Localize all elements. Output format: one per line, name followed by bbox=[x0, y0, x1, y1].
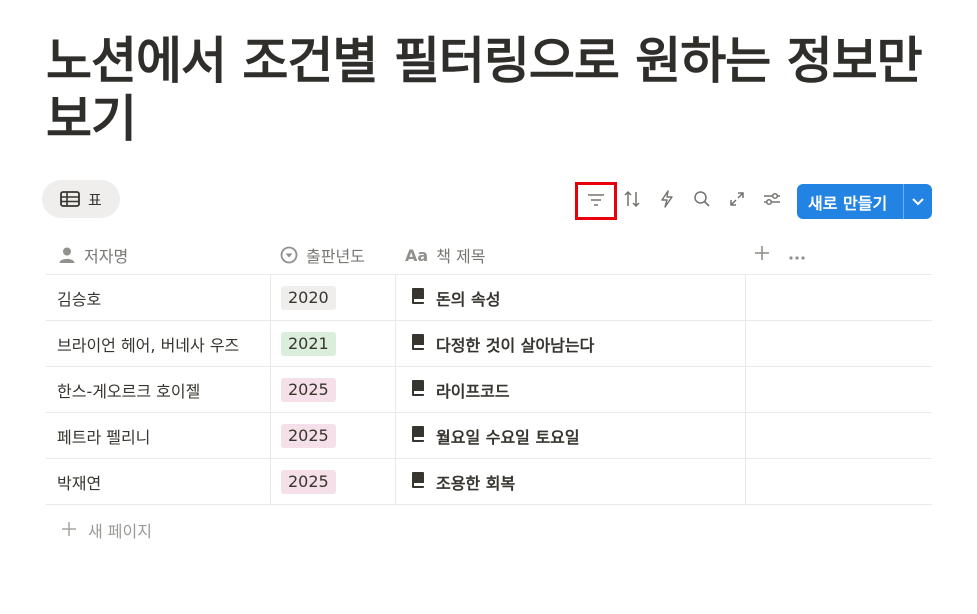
title-text: 돈의 속성 bbox=[436, 290, 501, 309]
title-cell[interactable]: 조용한 회복 bbox=[395, 459, 745, 505]
title-text: 월요일 수요일 토요일 bbox=[436, 428, 580, 447]
view-settings-button[interactable] bbox=[755, 184, 789, 218]
author-cell[interactable]: 한스-게오르크 호이젤 bbox=[46, 367, 270, 413]
add-column-button[interactable] bbox=[754, 245, 770, 265]
table-row[interactable]: 김승호 2020 돈의 속성 bbox=[46, 275, 932, 321]
book-icon bbox=[410, 379, 426, 401]
year-tag: 2025 bbox=[281, 424, 336, 448]
title-text: 조용한 회복 bbox=[436, 474, 516, 493]
new-button-dropdown[interactable] bbox=[904, 192, 932, 211]
table-row[interactable]: 브라이언 헤어, 버네사 우즈 2021 다정한 것이 살아남는다 bbox=[46, 321, 932, 367]
year-tag: 2025 bbox=[281, 378, 336, 402]
author-cell[interactable]: 브라이언 헤어, 버네사 우즈 bbox=[46, 321, 270, 367]
database-table: 저자명 출판년도 Aa 책 제목 김승호 2020 돈의 속성 브라이언 헤어,… bbox=[46, 235, 932, 505]
column-header-year[interactable]: 출판년도 bbox=[270, 235, 395, 275]
sliders-icon bbox=[763, 191, 781, 211]
more-options-button[interactable] bbox=[788, 246, 806, 265]
table-row[interactable]: 박재연 2025 조용한 회복 bbox=[46, 459, 932, 505]
new-button[interactable]: 새로 만들기 bbox=[797, 184, 932, 219]
expand-button[interactable] bbox=[720, 184, 754, 218]
title-text: 라이프코드 bbox=[436, 382, 510, 401]
year-cell[interactable]: 2020 bbox=[270, 275, 395, 321]
title-cell[interactable]: 라이프코드 bbox=[395, 367, 745, 413]
title-cell[interactable]: 돈의 속성 bbox=[395, 275, 745, 321]
toolbar: 새로 만들기 bbox=[0, 182, 977, 220]
year-tag: 2025 bbox=[281, 470, 336, 494]
column-header-title[interactable]: Aa 책 제목 bbox=[395, 235, 745, 275]
table-row[interactable]: 페트라 펠리니 2025 월요일 수요일 토요일 bbox=[46, 413, 932, 459]
sort-icon bbox=[623, 190, 641, 212]
title-cell[interactable]: 다정한 것이 살아남는다 bbox=[395, 321, 745, 367]
text-type-icon: Aa bbox=[405, 245, 429, 265]
book-icon bbox=[410, 333, 426, 355]
year-cell[interactable]: 2025 bbox=[270, 459, 395, 505]
search-button[interactable] bbox=[685, 184, 719, 218]
search-icon bbox=[693, 190, 711, 212]
plus-icon bbox=[754, 246, 770, 265]
table-row[interactable]: 한스-게오르크 호이젤 2025 라이프코드 bbox=[46, 367, 932, 413]
lightning-icon bbox=[660, 190, 674, 212]
empty-cell[interactable] bbox=[745, 413, 932, 459]
title-cell[interactable]: 월요일 수요일 토요일 bbox=[395, 413, 745, 459]
year-tag: 2021 bbox=[281, 332, 336, 356]
book-icon bbox=[410, 425, 426, 447]
empty-cell[interactable] bbox=[745, 367, 932, 413]
chevron-down-icon bbox=[911, 192, 925, 211]
sort-button[interactable] bbox=[615, 184, 649, 218]
filter-icon bbox=[587, 192, 605, 211]
new-page-label: 새 페이지 bbox=[88, 522, 152, 541]
year-cell[interactable]: 2025 bbox=[270, 367, 395, 413]
column-label: 저자명 bbox=[84, 247, 129, 266]
more-icon bbox=[788, 246, 806, 265]
empty-cell[interactable] bbox=[745, 275, 932, 321]
select-icon bbox=[280, 246, 298, 264]
author-cell[interactable]: 김승호 bbox=[46, 275, 270, 321]
year-tag: 2020 bbox=[281, 286, 336, 310]
new-button-label: 새로 만들기 bbox=[808, 193, 888, 213]
expand-icon bbox=[729, 191, 745, 211]
header-actions bbox=[754, 235, 806, 275]
column-header-author[interactable]: 저자명 bbox=[46, 235, 270, 275]
year-cell[interactable]: 2025 bbox=[270, 413, 395, 459]
plus-icon bbox=[62, 521, 76, 540]
page-title: 노션에서 조건별 필터링으로 원하는 정보만 보기 bbox=[46, 32, 923, 148]
column-label: 책 제목 bbox=[436, 247, 486, 266]
person-icon bbox=[58, 246, 76, 264]
author-cell[interactable]: 박재연 bbox=[46, 459, 270, 505]
empty-cell[interactable] bbox=[745, 459, 932, 505]
empty-cell[interactable] bbox=[745, 321, 932, 367]
author-cell[interactable]: 페트라 펠리니 bbox=[46, 413, 270, 459]
new-page-button[interactable]: 새 페이지 bbox=[62, 518, 152, 542]
year-cell[interactable]: 2021 bbox=[270, 321, 395, 367]
automation-button[interactable] bbox=[650, 184, 684, 218]
title-text: 다정한 것이 살아남는다 bbox=[436, 336, 595, 355]
book-icon bbox=[410, 471, 426, 493]
table-header: 저자명 출판년도 Aa 책 제목 bbox=[46, 235, 932, 275]
column-label: 출판년도 bbox=[306, 247, 365, 266]
filter-button[interactable] bbox=[575, 182, 617, 220]
book-icon bbox=[410, 287, 426, 309]
